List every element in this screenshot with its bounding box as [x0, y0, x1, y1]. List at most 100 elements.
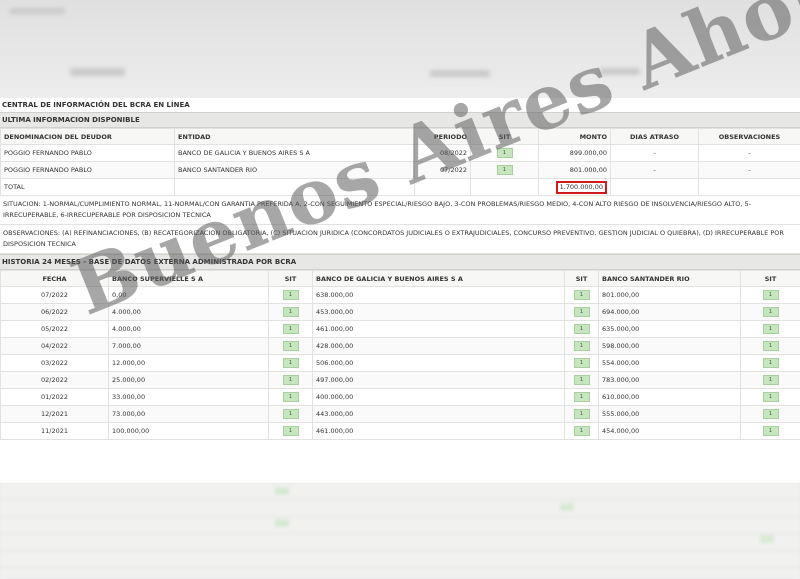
- sit-cell: 1: [564, 320, 599, 338]
- bcra-report-panel: CENTRAL DE INFORMACIÓN DEL BCRA EN LÍNEA…: [0, 98, 800, 483]
- sit-badge: 1: [496, 148, 513, 158]
- obs-cell: -: [698, 144, 800, 162]
- blurred-text: [10, 8, 65, 14]
- monto-cell: 801.000,00: [538, 161, 611, 179]
- sit-badge: 1: [762, 341, 779, 351]
- blurred-text: [70, 68, 125, 76]
- sit-cell: 1: [268, 371, 313, 389]
- sit-badge: 1: [762, 324, 779, 334]
- sit-cell: 1: [740, 286, 800, 304]
- sit-cell: 1: [564, 388, 599, 406]
- dias-cell: -: [610, 144, 699, 162]
- blurred-text: [430, 70, 490, 77]
- b2-cell: 400.000,00: [312, 388, 565, 406]
- b1-cell: 7.000,00: [108, 337, 269, 355]
- sit-cell: 1: [564, 354, 599, 372]
- sit-badge: 1: [282, 324, 299, 334]
- sit-badge: 1: [573, 324, 590, 334]
- sit-badge: 1: [762, 375, 779, 385]
- b2-cell: 443.000,00: [312, 405, 565, 423]
- obs-cell: -: [698, 161, 800, 179]
- table-row: POGGIO FERNANDO PABLO BANCO DE GALICIA Y…: [0, 144, 800, 162]
- sit-cell: 1: [564, 422, 599, 440]
- sit-badge: 1: [573, 358, 590, 368]
- b1-cell: 25.000,00: [108, 371, 269, 389]
- total-value-cell: 1.700.000,00: [538, 178, 611, 196]
- b1-cell: 100.000,00: [108, 422, 269, 440]
- table-row: POGGIO FERNANDO PABLO BANCO SANTANDER RI…: [0, 161, 800, 179]
- sit-cell: 1: [740, 337, 800, 355]
- empty-cell: [698, 178, 800, 196]
- deudor-cell: POGGIO FERNANDO PABLO: [0, 144, 175, 162]
- sit-badge: 1: [282, 290, 299, 300]
- b3-cell: 555.000,00: [598, 405, 741, 423]
- b1-cell: 4.000,00: [108, 303, 269, 321]
- sit-badge: 1: [282, 358, 299, 368]
- col-header: SIT: [740, 270, 800, 287]
- debts-table: DENOMINACION DEL DEUDOR ENTIDAD PERIODO …: [0, 128, 800, 196]
- b2-cell: 461.000,00: [312, 422, 565, 440]
- col-header: BANCO SANTANDER RIO: [598, 270, 741, 287]
- sit-cell: 1: [564, 337, 599, 355]
- empty-cell: [414, 178, 471, 196]
- table-row: 04/2022 7.000,00 1 428.000,00 1 598.000,00 1: [0, 337, 800, 355]
- sit-badge: 1: [282, 307, 299, 317]
- history-rows: 07/2022 0,00 1 638.000,00 1 801.000,00 1 06/202…: [0, 286, 800, 440]
- blurred-header-area: [0, 0, 800, 98]
- b3-cell: 454.000,00: [598, 422, 741, 440]
- sit-badge: 1: [573, 409, 590, 419]
- b1-cell: 73.000,00: [108, 405, 269, 423]
- monto-cell: 899.000,00: [538, 144, 611, 162]
- table-row: 02/2022 25.000,00 1 497.000,00 1 783.000,00 1: [0, 371, 800, 389]
- total-label: TOTAL: [0, 178, 175, 196]
- col-header: FECHA: [0, 270, 109, 287]
- sit-cell: 1: [740, 371, 800, 389]
- table-row: 03/2022 12.000,00 1 506.000,00 1 554.000,00 1: [0, 354, 800, 372]
- sit-cell: 1: [470, 144, 539, 162]
- sit-badge: 1: [573, 392, 590, 402]
- b1-cell: 33.000,00: [108, 388, 269, 406]
- sit-badge: 1: [573, 341, 590, 351]
- sit-cell: 1: [470, 161, 539, 179]
- sit-cell: 1: [564, 405, 599, 423]
- sit-cell: 1: [564, 371, 599, 389]
- sit-badge: 1: [762, 409, 779, 419]
- table-row: 07/2022 0,00 1 638.000,00 1 801.000,00 1: [0, 286, 800, 304]
- sit-badge: 1: [282, 375, 299, 385]
- col-header: BANCO SUPERVIELLE S A: [108, 270, 269, 287]
- observaciones-legend: OBSERVACIONES: (A) REFINANCIACIONES, (B)…: [0, 225, 800, 254]
- entidad-cell: BANCO DE GALICIA Y BUENOS AIRES S A: [174, 144, 415, 162]
- sit-cell: 1: [740, 354, 800, 372]
- sit-badge: 1: [282, 409, 299, 419]
- total-value-highlight: 1.700.000,00: [555, 180, 607, 194]
- sit-cell: 1: [740, 405, 800, 423]
- col-header: DENOMINACION DEL DEUDOR: [0, 128, 175, 145]
- dias-cell: -: [610, 161, 699, 179]
- sit-cell: 1: [268, 388, 313, 406]
- b3-cell: 598.000,00: [598, 337, 741, 355]
- sit-badge: 1: [496, 165, 513, 175]
- fecha-cell: 12/2021: [0, 405, 109, 423]
- b2-cell: 461.000,00: [312, 320, 565, 338]
- sit-badge: 1: [762, 290, 779, 300]
- b2-cell: 638.000,00: [312, 286, 565, 304]
- sit-badge: 1: [573, 307, 590, 317]
- fecha-cell: 03/2022: [0, 354, 109, 372]
- empty-cell: [610, 178, 699, 196]
- empty-cell: [174, 178, 415, 196]
- table-row: 11/2021 100.000,00 1 461.000,00 1 454.000,00 1: [0, 422, 800, 440]
- situacion-legend: SITUACION: 1-NORMAL/CUMPLIMIENTO NORMAL,…: [0, 196, 800, 225]
- total-row: TOTAL 1.700.000,00: [0, 178, 800, 196]
- b2-cell: 497.000,00: [312, 371, 565, 389]
- empty-cell: [470, 178, 539, 196]
- sit-cell: 1: [564, 303, 599, 321]
- b3-cell: 610.000,00: [598, 388, 741, 406]
- fecha-cell: 06/2022: [0, 303, 109, 321]
- b2-cell: 428.000,00: [312, 337, 565, 355]
- b1-cell: 4.000,00: [108, 320, 269, 338]
- b2-cell: 453.000,00: [312, 303, 565, 321]
- sit-cell: 1: [740, 388, 800, 406]
- table-row: 05/2022 4.000,00 1 461.000,00 1 635.000,00 1: [0, 320, 800, 338]
- sit-cell: 1: [268, 286, 313, 304]
- table-row: 01/2022 33.000,00 1 400.000,00 1 610.000,00 1: [0, 388, 800, 406]
